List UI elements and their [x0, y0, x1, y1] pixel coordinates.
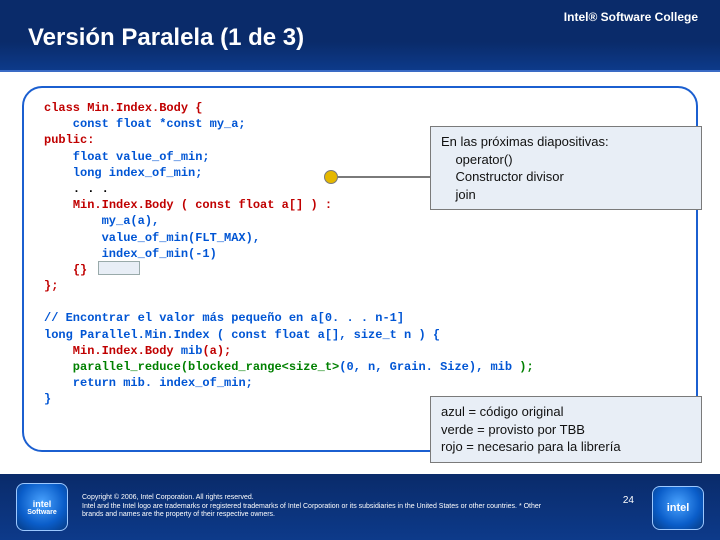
code-line: ); [512, 360, 534, 374]
code-line: Min.Index.Body ( const float a[] ) : [73, 198, 332, 212]
code-ellipsis: . . . [73, 182, 109, 196]
code-line: class Min.Index.Body { [44, 101, 202, 115]
callout-line: verde = provisto por TBB [441, 421, 691, 439]
code-line [44, 182, 73, 196]
slide-footer: intel Software Copyright © 2006, Intel C… [0, 474, 720, 540]
code-line [44, 247, 102, 261]
badge-text: intel [33, 499, 52, 509]
code-line: {} [73, 263, 87, 277]
code-line: mib [490, 360, 512, 374]
callout-connector [330, 176, 430, 178]
callout-line: En las próximas diapositivas: [441, 133, 691, 151]
code-line: public: [44, 133, 94, 147]
callout-line: rojo = necesario para la librería [441, 438, 691, 456]
callout-legend: azul = código original verde = provisto … [430, 396, 702, 463]
code-line: long index_of_min; [44, 166, 202, 180]
code-line [44, 231, 102, 245]
code-line: value_of_min(FLT_MAX), [102, 231, 260, 245]
callout-line: operator() [441, 151, 691, 169]
code-line: long Parallel.Min.Index ( const float a[… [44, 328, 440, 342]
trademark-line: Intel and the Intel logo are trademarks … [82, 503, 552, 521]
code-line: return [44, 376, 123, 390]
code-line: // Encontrar el valor más pequeño en a[0… [44, 311, 404, 325]
callout-line: Constructor divisor [441, 168, 691, 186]
slide-title: Versión Paralela (1 de 3) [28, 24, 304, 52]
code-line: parallel_reduce(blocked_range<size_t> [44, 360, 339, 374]
code-line: mib. index_of_min; [123, 376, 253, 390]
code-line [44, 263, 73, 277]
code-line: mib [181, 344, 203, 358]
code-line: my_a(a), [102, 214, 160, 228]
code-line: (0, n, Grain. Size), [339, 360, 490, 374]
copyright-line: Copyright © 2006, Intel Corporation. All… [82, 494, 552, 503]
badge-text: Software [27, 509, 57, 516]
intel-software-badge: intel Software [16, 483, 68, 531]
code-line: const float *const my_a; [44, 117, 246, 131]
footer-legal: Copyright © 2006, Intel Corporation. All… [82, 494, 552, 520]
callout-line: join [441, 186, 691, 204]
code-line: } [44, 392, 51, 406]
college-label: Intel® Software College [564, 10, 698, 24]
slide-header: Intel® Software College Versión Paralela… [0, 0, 720, 72]
code-line: float value_of_min; [44, 150, 210, 164]
callout-upcoming: En las próximas diapositivas: operator()… [430, 126, 702, 210]
code-line: }; [44, 279, 58, 293]
intel-badge: intel [652, 486, 704, 530]
page-number: 24 [623, 495, 634, 506]
code-line [44, 198, 73, 212]
code-line: index_of_min(-1) [102, 247, 217, 261]
code-line: (a); [202, 344, 231, 358]
code-line: Min.Index.Body [44, 344, 181, 358]
callout-line: azul = código original [441, 403, 691, 421]
badge-text: intel [667, 502, 690, 514]
code-line [44, 214, 102, 228]
